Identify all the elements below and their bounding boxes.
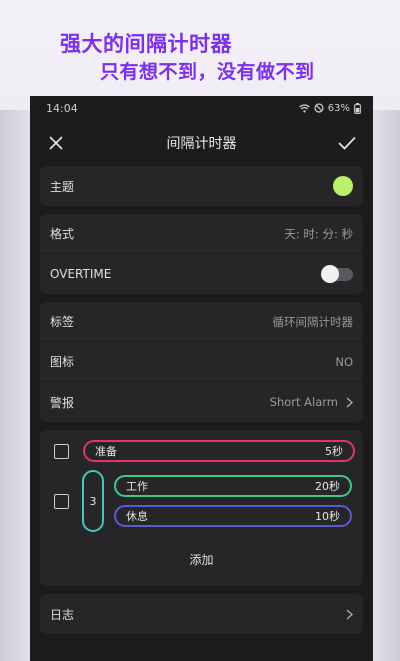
do-not-disturb-icon bbox=[314, 103, 324, 113]
alarm-row-label: 警报 bbox=[50, 395, 75, 410]
work-step-pill[interactable]: 工作 20秒 bbox=[114, 475, 352, 497]
status-time: 14:04 bbox=[46, 101, 78, 115]
icon-row[interactable]: 图标 NO bbox=[40, 342, 363, 382]
loop-steps: 工作 20秒 休息 10秒 bbox=[114, 475, 352, 527]
alarm-row[interactable]: 警报 Short Alarm bbox=[40, 382, 363, 422]
loop-group-checkbox[interactable] bbox=[54, 493, 69, 509]
label-row-value: 循环间隔计时器 bbox=[272, 314, 354, 329]
theme-row[interactable]: 主题 bbox=[40, 166, 363, 206]
page-title: 间隔计时器 bbox=[166, 136, 237, 152]
phone-screen: 14:04 63% 间隔计时器 主题 格式 天: 时: 分: 秒 OVERTIM… bbox=[30, 96, 373, 661]
log-label: 日志 bbox=[50, 607, 75, 622]
icon-row-label: 图标 bbox=[50, 355, 75, 369]
icon-row-value: NO bbox=[335, 354, 353, 369]
chevron-right-icon bbox=[346, 609, 353, 619]
wifi-icon bbox=[298, 103, 310, 113]
label-row[interactable]: 标签 循环间隔计时器 bbox=[40, 302, 363, 342]
rest-step-name: 休息 bbox=[126, 510, 148, 523]
top-app-bar: 间隔计时器 bbox=[30, 120, 373, 166]
alarm-row-value-wrap: Short Alarm bbox=[270, 395, 353, 409]
details-card: 标签 循环间隔计时器 图标 NO 警报 Short Alarm bbox=[40, 302, 363, 422]
check-icon bbox=[338, 136, 356, 150]
status-icons: 63% bbox=[298, 102, 361, 114]
overtime-toggle[interactable] bbox=[321, 264, 353, 283]
theme-color-swatch[interactable] bbox=[333, 176, 353, 196]
rest-step-duration: 10秒 bbox=[315, 510, 340, 523]
promo-headline: 强大的间隔计时器 bbox=[60, 32, 232, 56]
work-step-duration: 20秒 bbox=[315, 480, 340, 493]
close-icon bbox=[49, 136, 63, 150]
work-step-name: 工作 bbox=[126, 480, 148, 493]
prepare-step-row: 准备 5秒 bbox=[48, 440, 355, 462]
prepare-checkbox[interactable] bbox=[54, 443, 69, 459]
loop-group: 3 工作 20秒 休息 10秒 bbox=[48, 470, 355, 532]
battery-percent: 63% bbox=[327, 102, 350, 114]
add-step-button[interactable]: 添加 bbox=[48, 540, 355, 578]
close-button[interactable] bbox=[44, 131, 68, 155]
format-card: 格式 天: 时: 分: 秒 OVERTIME bbox=[40, 214, 363, 294]
battery-icon bbox=[354, 102, 361, 114]
status-bar: 14:04 63% bbox=[30, 96, 373, 120]
alarm-row-value: Short Alarm bbox=[269, 395, 338, 409]
promo-banner: 强大的间隔计时器 只有想不到，没有做不到 bbox=[0, 0, 400, 100]
log-card: 日志 bbox=[40, 594, 363, 634]
overtime-row[interactable]: OVERTIME bbox=[40, 254, 363, 294]
theme-card: 主题 bbox=[40, 166, 363, 206]
toggle-knob bbox=[321, 264, 339, 283]
background-decoration-right bbox=[370, 110, 400, 661]
format-value: 天: 时: 分: 秒 bbox=[284, 226, 353, 241]
background-decoration-left bbox=[0, 110, 30, 661]
confirm-button[interactable] bbox=[335, 131, 359, 155]
interval-sequence-card: 准备 5秒 3 工作 20秒 休息 10秒 添加 bbox=[40, 430, 363, 586]
format-row[interactable]: 格式 天: 时: 分: 秒 bbox=[40, 214, 363, 254]
label-row-label: 标签 bbox=[50, 315, 75, 329]
overtime-label: OVERTIME bbox=[50, 267, 112, 281]
rest-step-pill[interactable]: 休息 10秒 bbox=[114, 505, 352, 527]
prepare-step-name: 准备 bbox=[95, 445, 117, 458]
log-row[interactable]: 日志 bbox=[40, 594, 363, 634]
theme-label: 主题 bbox=[50, 179, 75, 194]
prepare-step-duration: 5秒 bbox=[325, 445, 343, 458]
prepare-step-pill[interactable]: 准备 5秒 bbox=[83, 440, 355, 462]
format-label: 格式 bbox=[50, 227, 75, 241]
promo-subheadline: 只有想不到，没有做不到 bbox=[100, 61, 315, 83]
chevron-right-icon bbox=[346, 397, 353, 407]
loop-count[interactable]: 3 bbox=[82, 470, 104, 532]
